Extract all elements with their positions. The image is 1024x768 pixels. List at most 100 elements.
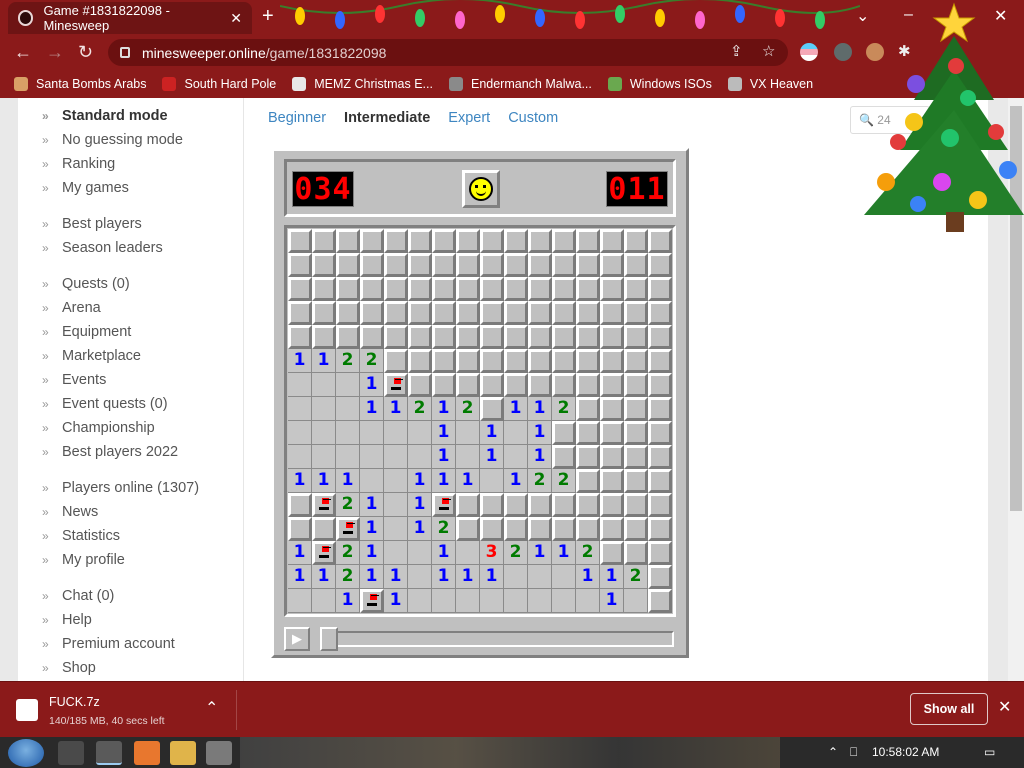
cell-closed[interactable] xyxy=(624,469,648,493)
cell-closed[interactable] xyxy=(432,325,456,349)
sidebar-item[interactable]: » No guessing mode xyxy=(42,132,183,148)
cell-closed[interactable] xyxy=(624,493,648,517)
cell-closed[interactable] xyxy=(600,517,624,541)
cell-flagged[interactable] xyxy=(312,541,336,565)
cell-closed[interactable] xyxy=(456,373,480,397)
cell-number[interactable]: 3 xyxy=(480,541,504,565)
cell-number[interactable]: 1 xyxy=(360,565,384,589)
cell-number[interactable]: 1 xyxy=(384,589,408,613)
cell-number[interactable]: 1 xyxy=(432,445,456,469)
download-file-name[interactable]: FUCK.7z xyxy=(49,695,100,709)
cell-empty[interactable] xyxy=(288,397,312,421)
cell-closed[interactable] xyxy=(576,229,600,253)
cell-closed[interactable] xyxy=(504,373,528,397)
cell-closed[interactable] xyxy=(600,229,624,253)
sidebar-item[interactable]: » Best players 2022 xyxy=(42,444,178,460)
level-beginner[interactable]: Beginner xyxy=(268,110,326,126)
cell-empty[interactable] xyxy=(336,445,360,469)
cell-closed[interactable] xyxy=(456,229,480,253)
cell-number[interactable]: 2 xyxy=(336,349,360,373)
cell-closed[interactable] xyxy=(576,469,600,493)
cell-closed[interactable] xyxy=(480,325,504,349)
cell-closed[interactable] xyxy=(528,325,552,349)
cell-closed[interactable] xyxy=(624,541,648,565)
cell-closed[interactable] xyxy=(552,517,576,541)
cell-number[interactable]: 2 xyxy=(624,565,648,589)
sidebar-item[interactable]: » Arena xyxy=(42,300,101,316)
cell-closed[interactable] xyxy=(576,397,600,421)
cell-closed[interactable] xyxy=(456,325,480,349)
cell-empty[interactable] xyxy=(288,445,312,469)
cell-number[interactable]: 1 xyxy=(384,397,408,421)
cell-number[interactable]: 1 xyxy=(480,565,504,589)
cell-number[interactable]: 1 xyxy=(408,517,432,541)
smiley-face-button[interactable] xyxy=(462,170,500,208)
cell-closed[interactable] xyxy=(312,301,336,325)
cell-closed[interactable] xyxy=(648,445,672,469)
cell-closed[interactable] xyxy=(408,277,432,301)
cell-closed[interactable] xyxy=(432,301,456,325)
cell-closed[interactable] xyxy=(480,517,504,541)
cell-closed[interactable] xyxy=(432,277,456,301)
level-expert[interactable]: Expert xyxy=(448,110,490,126)
cell-number[interactable]: 1 xyxy=(432,565,456,589)
cell-closed[interactable] xyxy=(504,349,528,373)
cell-closed[interactable] xyxy=(312,517,336,541)
cell-closed[interactable] xyxy=(600,325,624,349)
cell-number[interactable]: 2 xyxy=(528,469,552,493)
cell-closed[interactable] xyxy=(288,493,312,517)
cell-number[interactable]: 1 xyxy=(528,397,552,421)
cell-closed[interactable] xyxy=(528,277,552,301)
cell-closed[interactable] xyxy=(312,277,336,301)
cell-number[interactable]: 1 xyxy=(432,397,456,421)
cell-number[interactable]: 1 xyxy=(456,469,480,493)
cell-closed[interactable] xyxy=(456,301,480,325)
cell-closed[interactable] xyxy=(408,253,432,277)
cell-closed[interactable] xyxy=(576,445,600,469)
cell-empty[interactable] xyxy=(312,373,336,397)
cell-empty[interactable] xyxy=(312,589,336,613)
browser-tab[interactable]: Game #1831822098 - Minesweep ✕ xyxy=(8,2,252,34)
cell-empty[interactable] xyxy=(384,541,408,565)
cell-closed[interactable] xyxy=(600,373,624,397)
cell-empty[interactable] xyxy=(432,589,456,613)
cell-empty[interactable] xyxy=(456,541,480,565)
cell-closed[interactable] xyxy=(600,541,624,565)
cell-empty[interactable] xyxy=(336,421,360,445)
cell-closed[interactable] xyxy=(384,253,408,277)
cell-closed[interactable] xyxy=(648,493,672,517)
cell-closed[interactable] xyxy=(408,325,432,349)
cell-closed[interactable] xyxy=(312,229,336,253)
share-icon[interactable]: ⇪ xyxy=(730,42,743,60)
cell-closed[interactable] xyxy=(624,277,648,301)
cell-closed[interactable] xyxy=(552,421,576,445)
cell-empty[interactable] xyxy=(312,421,336,445)
cell-number[interactable]: 2 xyxy=(336,493,360,517)
bookmark-item[interactable]: VX Heaven xyxy=(727,77,813,91)
cell-empty[interactable] xyxy=(528,565,552,589)
cell-closed[interactable] xyxy=(648,277,672,301)
cell-number[interactable]: 1 xyxy=(288,541,312,565)
cell-closed[interactable] xyxy=(600,445,624,469)
cell-closed[interactable] xyxy=(648,229,672,253)
cell-empty[interactable] xyxy=(288,421,312,445)
cell-empty[interactable] xyxy=(528,589,552,613)
cell-empty[interactable] xyxy=(336,373,360,397)
sidebar-item[interactable]: » Standard mode xyxy=(42,108,168,124)
task-view-icon[interactable] xyxy=(58,741,84,765)
cell-empty[interactable] xyxy=(360,445,384,469)
cell-closed[interactable] xyxy=(360,277,384,301)
sidebar-item[interactable]: » Statistics xyxy=(42,528,120,544)
cell-empty[interactable] xyxy=(288,373,312,397)
cell-closed[interactable] xyxy=(456,517,480,541)
cell-closed[interactable] xyxy=(408,301,432,325)
cell-closed[interactable] xyxy=(576,421,600,445)
cell-closed[interactable] xyxy=(552,325,576,349)
cell-closed[interactable] xyxy=(312,253,336,277)
chrome-icon[interactable] xyxy=(96,741,122,765)
forward-arrow-icon[interactable]: → xyxy=(46,42,64,63)
sidebar-item[interactable]: » Help xyxy=(42,612,92,628)
cell-number[interactable]: 1 xyxy=(336,469,360,493)
cell-closed[interactable] xyxy=(528,493,552,517)
cell-number[interactable]: 1 xyxy=(312,565,336,589)
